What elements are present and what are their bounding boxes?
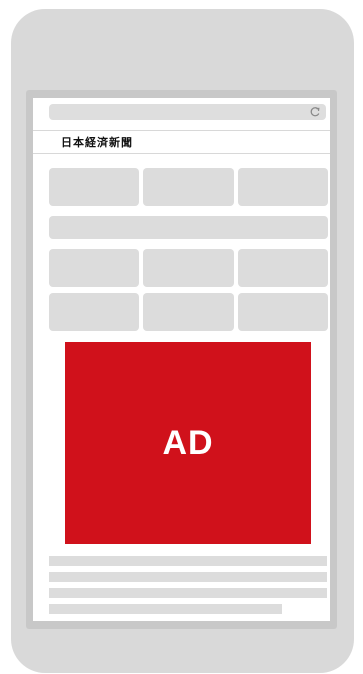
ad-banner[interactable]: AD <box>65 342 311 544</box>
site-header: 日本経済新聞 <box>33 130 330 154</box>
content-placeholder-top-2[interactable] <box>143 168 234 206</box>
content-placeholder-top-1[interactable] <box>49 168 139 206</box>
content-placeholder-top-3[interactable] <box>238 168 328 206</box>
content-placeholder-grid-3[interactable] <box>238 249 328 287</box>
text-line-placeholder-1 <box>49 556 327 566</box>
content-placeholder-grid-1[interactable] <box>49 249 139 287</box>
content-placeholder-banner[interactable] <box>49 216 328 239</box>
site-logo[interactable]: 日本経済新聞 <box>61 134 133 150</box>
text-line-placeholder-3 <box>49 588 327 598</box>
reload-icon[interactable] <box>309 106 321 118</box>
text-line-placeholder-2 <box>49 572 327 582</box>
ad-label: AD <box>162 423 214 462</box>
content-placeholder-grid-5[interactable] <box>143 293 234 331</box>
text-line-placeholder-4 <box>49 604 282 614</box>
content-placeholder-grid-2[interactable] <box>143 249 234 287</box>
content-placeholder-grid-6[interactable] <box>238 293 328 331</box>
content-placeholder-grid-4[interactable] <box>49 293 139 331</box>
address-bar[interactable] <box>49 104 326 120</box>
